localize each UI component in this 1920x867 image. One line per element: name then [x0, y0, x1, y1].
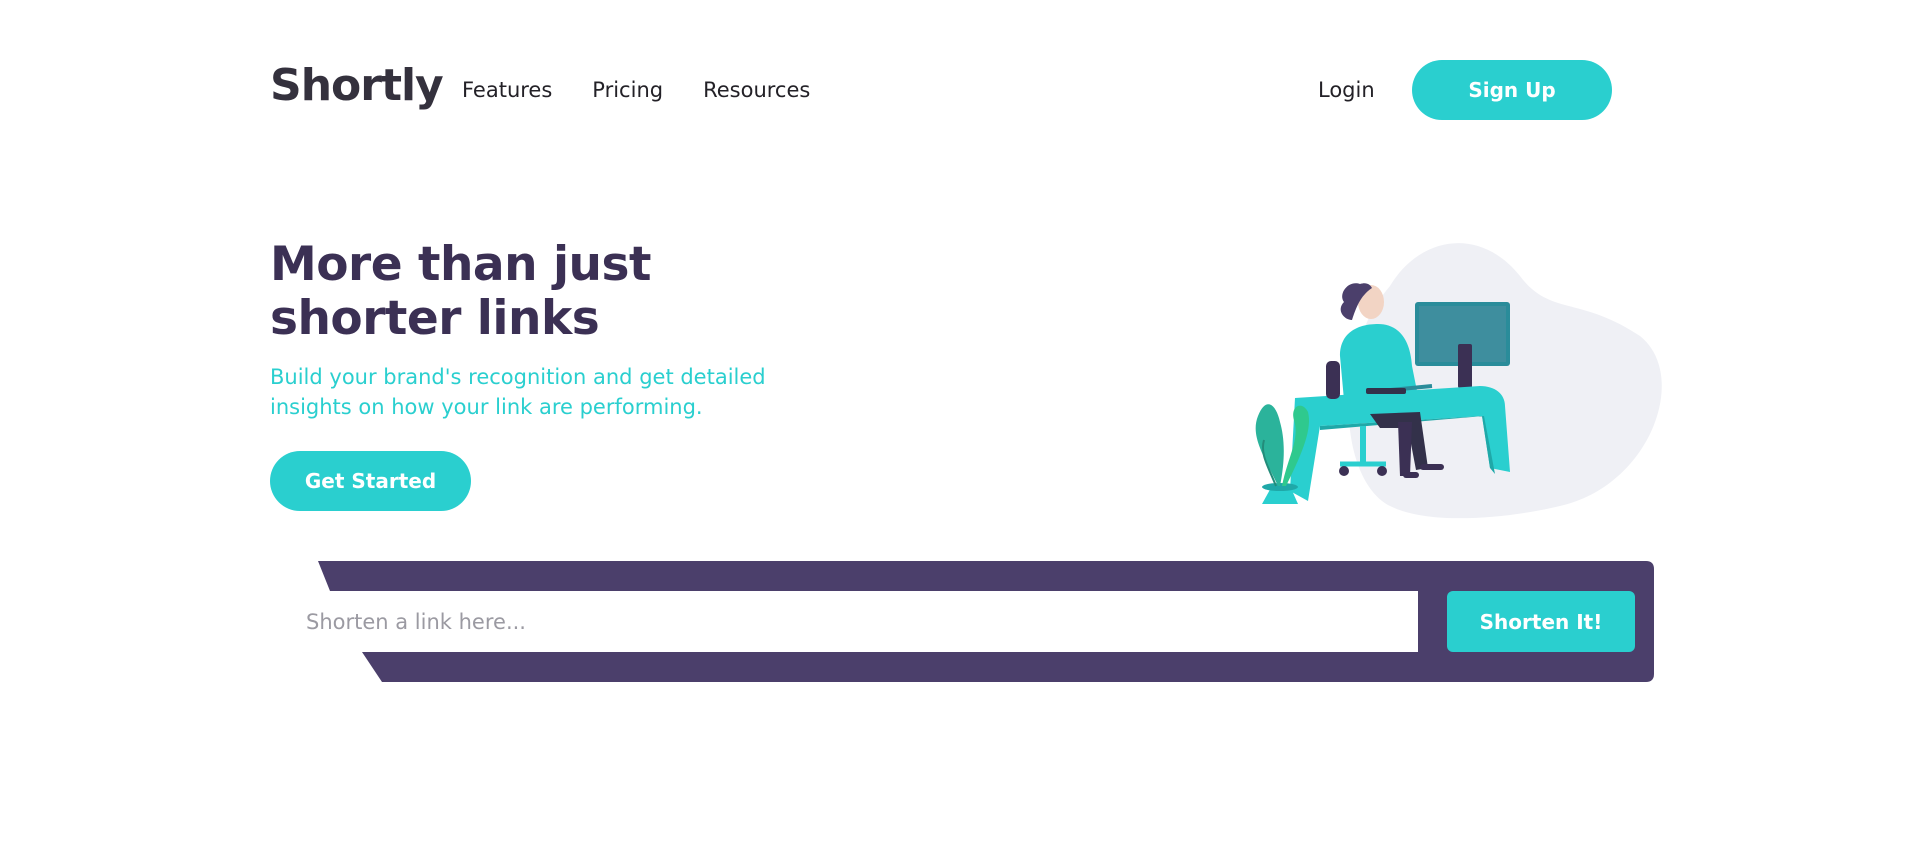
nav-features[interactable]: Features: [462, 76, 552, 104]
main-nav: Features Pricing Resources: [462, 76, 810, 104]
login-link[interactable]: Login: [1318, 76, 1375, 104]
shorten-link-input[interactable]: [286, 591, 1406, 652]
working-person-illustration: [1255, 243, 1662, 519]
nav-pricing[interactable]: Pricing: [592, 76, 663, 104]
shorten-button[interactable]: Shorten It!: [1447, 591, 1635, 652]
page: Shortly Features Pricing Resources Login…: [0, 0, 1920, 867]
nav-resources[interactable]: Resources: [703, 76, 810, 104]
logo[interactable]: Shortly: [270, 58, 444, 114]
signup-button[interactable]: Sign Up: [1412, 60, 1612, 120]
get-started-button[interactable]: Get Started: [270, 451, 471, 511]
hero-subtitle: Build your brand's recognition and get d…: [270, 365, 766, 419]
hero-title: More than just shorter links: [270, 237, 651, 346]
